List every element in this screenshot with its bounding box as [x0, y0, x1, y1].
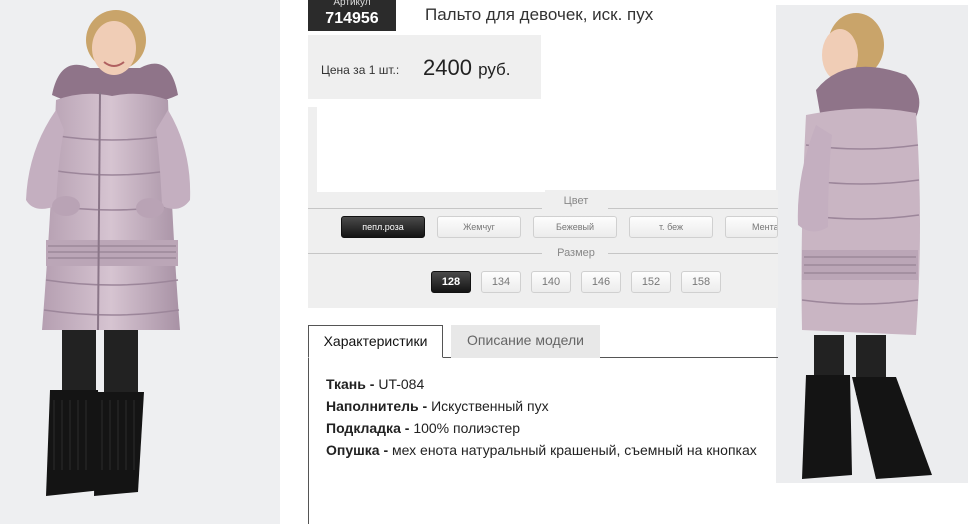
size-heading-line-left [308, 253, 542, 254]
spec-name: Подкладка [326, 420, 401, 436]
price-amount: 2400 [423, 55, 472, 80]
size-option-140[interactable]: 140 [531, 271, 571, 293]
sku-badge: Артикул 714956 [308, 0, 396, 31]
spec-name: Ткань [326, 376, 366, 392]
product-photo-front[interactable] [0, 0, 280, 524]
spec-row-fabric: Ткань - UT-084 [326, 376, 425, 392]
spec-name: Наполнитель [326, 398, 419, 414]
spec-name: Опушка [326, 442, 380, 458]
color-option-pepl-roza[interactable]: пепл.роза [341, 216, 425, 238]
color-heading: Цвет [563, 195, 589, 207]
price-currency: руб. [478, 60, 511, 79]
coat-front-illustration [26, 10, 191, 496]
color-option-t-bezh[interactable]: т. беж [629, 216, 713, 238]
size-option-128[interactable]: 128 [431, 271, 471, 293]
panel-edge [308, 107, 317, 192]
coat-side-illustration [797, 13, 932, 479]
product-title: Пальто для девочек, иск. пух [425, 5, 654, 24]
size-heading: Размер [557, 247, 595, 259]
sku-label: Артикул [333, 0, 371, 8]
price-label: Цена за 1 шт.: [321, 63, 400, 77]
tab-model-description[interactable]: Описание модели [451, 325, 600, 358]
size-option-134[interactable]: 134 [481, 271, 521, 293]
spec-value: UT-084 [378, 376, 425, 392]
tab-characteristics[interactable]: Характеристики [308, 325, 443, 358]
price-panel: Цена за 1 шт.: 2400 руб. [308, 35, 541, 99]
product-photo-side[interactable] [776, 5, 968, 483]
size-option-158[interactable]: 158 [681, 271, 721, 293]
size-option-146[interactable]: 146 [581, 271, 621, 293]
specs-list: Ткань - UT-084 Наполнитель - Искуственны… [326, 373, 757, 461]
spec-row-lining: Подкладка - 100% полиэстер [326, 420, 521, 436]
color-option-bezhevy[interactable]: Бежевый [533, 216, 617, 238]
spec-value: 100% полиэстер [413, 420, 521, 436]
color-option-menta[interactable]: Мента [725, 216, 778, 238]
spec-row-filler: Наполнитель - Искуственный пух [326, 398, 549, 414]
price-value: 2400 руб. [423, 55, 511, 81]
spec-value: Искуственный пух [431, 398, 549, 414]
size-heading-line-right [608, 253, 778, 254]
spec-row-trim: Опушка - мех енота натуральный крашеный,… [326, 442, 757, 458]
color-heading-line-left [308, 208, 542, 209]
tab-content-border [308, 357, 309, 524]
spec-value: мех енота натуральный крашеный, съемный … [392, 442, 757, 458]
color-heading-line-right [608, 208, 778, 209]
sku-value: 714956 [325, 10, 379, 27]
size-option-152[interactable]: 152 [631, 271, 671, 293]
color-option-zhemchug[interactable]: Жемчуг [437, 216, 521, 238]
